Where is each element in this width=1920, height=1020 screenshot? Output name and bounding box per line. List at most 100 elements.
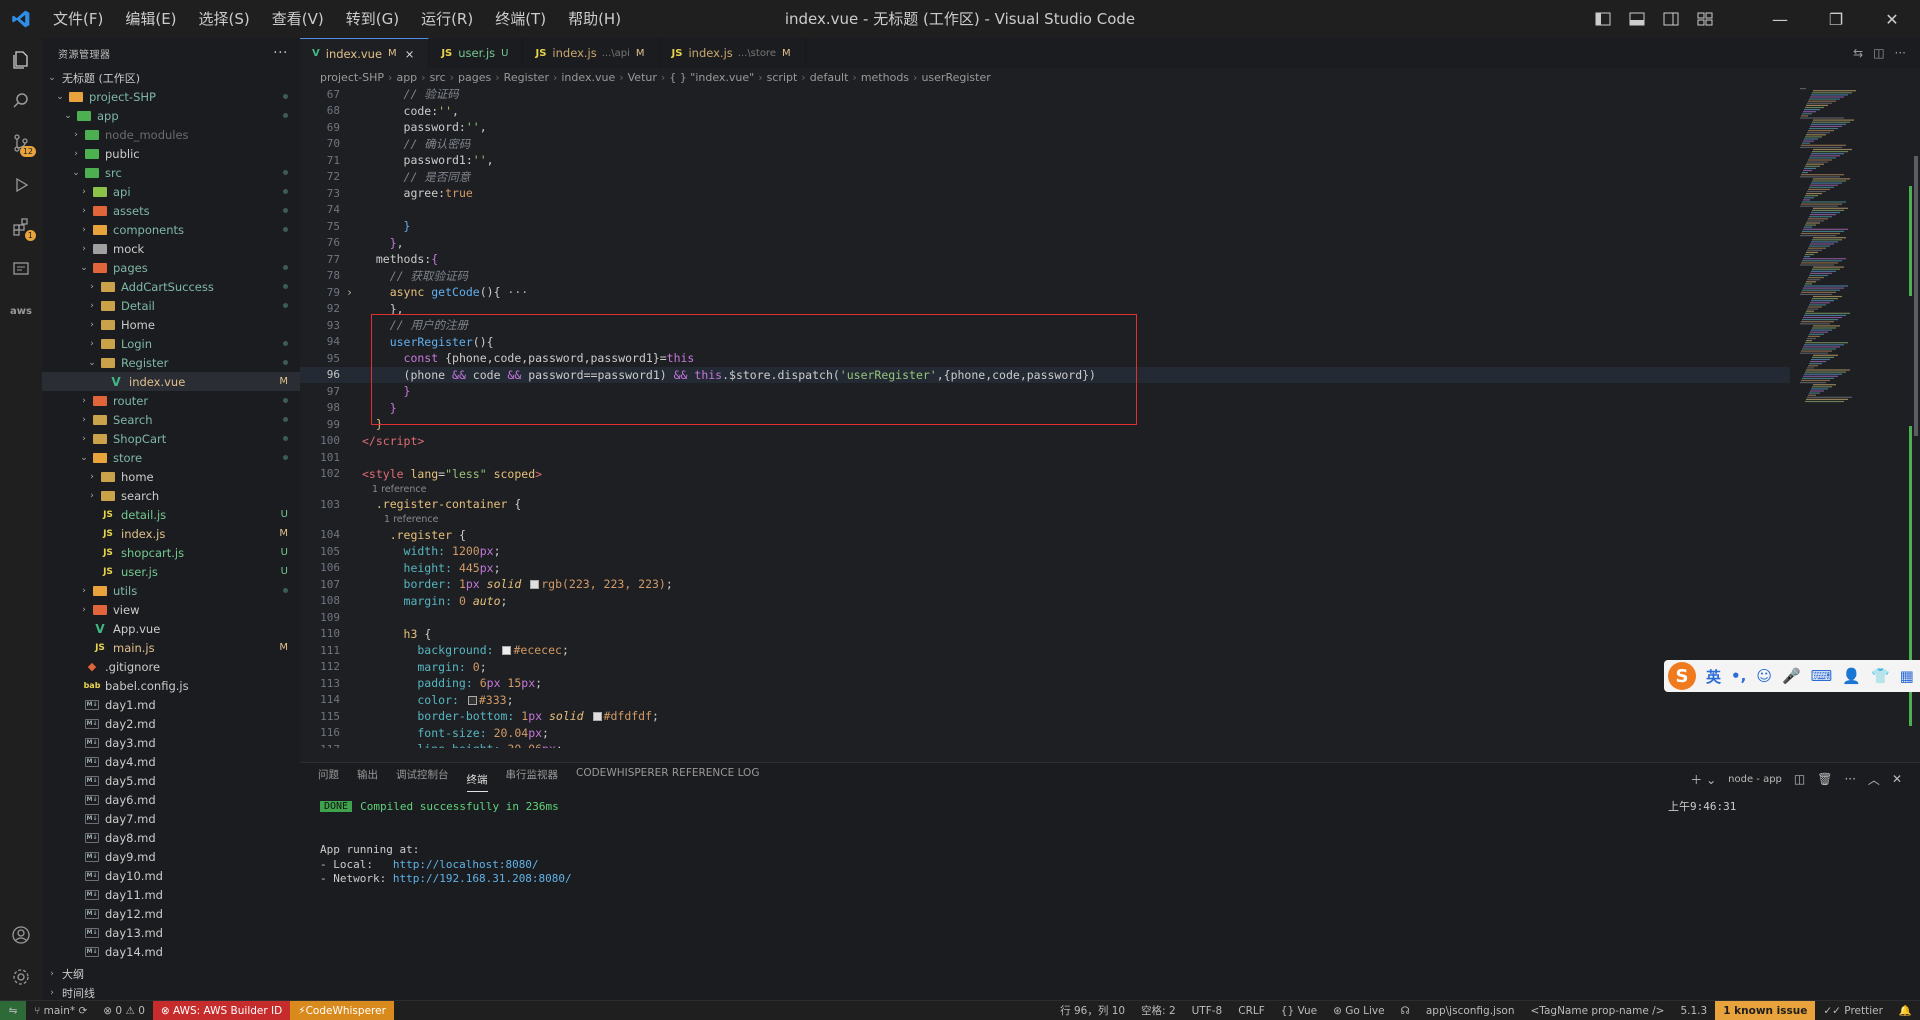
toggle-secondary-sidebar-icon[interactable] xyxy=(1654,0,1688,38)
ime-toolbar[interactable]: S 英 •, ☺ 🎤 ⌨ 👤 👕 ▦ xyxy=(1664,660,1920,692)
tree-item[interactable]: V App.vue xyxy=(42,619,300,638)
tab-2[interactable]: JS index.js ...\api M xyxy=(523,38,660,68)
indentation[interactable]: 空格: 2 xyxy=(1133,1001,1184,1020)
menu-item-1[interactable]: 编辑(E) xyxy=(114,0,187,38)
toggle-sidebar-icon[interactable] xyxy=(1586,0,1620,38)
tree-item[interactable]: › Search xyxy=(42,410,300,429)
menu-item-3[interactable]: 查看(V) xyxy=(261,0,335,38)
breadcrumb-item[interactable]: { } "index.vue" xyxy=(669,71,754,84)
tree-item[interactable]: › public xyxy=(42,144,300,163)
terminal-output[interactable]: DONE Compiled successfully in 236ms 上午9:… xyxy=(300,799,1920,886)
tree-item[interactable]: M↓ day6.md xyxy=(42,790,300,809)
tree-item[interactable]: ⌄ store xyxy=(42,448,300,467)
close-window-icon[interactable]: ✕ xyxy=(1864,0,1920,38)
tree-item[interactable]: › view xyxy=(42,600,300,619)
network-url-link[interactable]: http://192.168.31.208:8080/ xyxy=(393,872,572,885)
customize-layout-icon[interactable] xyxy=(1688,0,1722,38)
copilot-icon[interactable]: ☊ xyxy=(1393,1001,1418,1020)
tab-0[interactable]: Vindex.vue M × xyxy=(300,38,430,68)
tree-item[interactable]: › Detail xyxy=(42,296,300,315)
breadcrumb-item[interactable]: default xyxy=(810,71,849,84)
more-actions-icon[interactable]: ··· xyxy=(1895,46,1906,60)
menu-item-0[interactable]: 文件(F) xyxy=(42,0,114,38)
account-icon[interactable] xyxy=(0,914,42,956)
problems-status[interactable]: ⊗ 0 ⚠ 0 xyxy=(95,1001,153,1020)
skin-icon[interactable]: 👕 xyxy=(1871,667,1890,685)
tree-item[interactable]: › ShopCart xyxy=(42,429,300,448)
tree-item[interactable]: › assets xyxy=(42,201,300,220)
tree-item[interactable]: JS shopcart.js U xyxy=(42,543,300,562)
more-actions-icon[interactable]: ··· xyxy=(1844,772,1855,786)
tree-item[interactable]: JS index.js M xyxy=(42,524,300,543)
panel-tab-5[interactable]: CODEWHISPERER REFERENCE LOG xyxy=(576,767,759,792)
prettier-status[interactable]: ✓✓ Prettier xyxy=(1815,1001,1891,1020)
user-icon[interactable]: 👤 xyxy=(1842,667,1861,685)
codewhisperer-status[interactable]: ⚡ CodeWhisperer xyxy=(290,1000,394,1020)
tree-item[interactable]: bab babel.config.js xyxy=(42,676,300,695)
restore-icon[interactable]: ❐ xyxy=(1808,0,1864,38)
tree-item[interactable]: ◆ .gitignore xyxy=(42,657,300,676)
settings-gear-icon[interactable] xyxy=(0,956,42,998)
line-ending[interactable]: CRLF xyxy=(1230,1001,1273,1020)
tree-item[interactable]: M↓ day14.md xyxy=(42,942,300,961)
tree-item[interactable]: ⌄ pages xyxy=(42,258,300,277)
new-terminal-icon[interactable]: ＋ ⌄ xyxy=(1690,771,1716,788)
cursor-position[interactable]: 行 96，列 10 xyxy=(1052,1001,1133,1020)
tree-item[interactable]: JS user.js U xyxy=(42,562,300,581)
tree-item[interactable]: Vindex.vue M xyxy=(42,372,300,391)
source-control-icon[interactable]: 12 xyxy=(0,122,42,164)
toggle-panel-icon[interactable] xyxy=(1620,0,1654,38)
tagname-status[interactable]: <TagName prop-name /> xyxy=(1523,1001,1673,1020)
tree-item[interactable]: M↓ day10.md xyxy=(42,866,300,885)
trash-icon[interactable]: 🗑 xyxy=(1817,772,1832,786)
tree-item[interactable]: M↓ day7.md xyxy=(42,809,300,828)
breadcrumb-item[interactable]: src xyxy=(430,71,446,84)
breadcrumb-item[interactable]: methods xyxy=(861,71,909,84)
notifications-icon[interactable]: 🔔 xyxy=(1891,1001,1920,1020)
maximize-panel-icon[interactable]: ︿ xyxy=(1868,771,1880,788)
workspace-root[interactable]: ⌄ 无标题 (工作区) xyxy=(42,68,300,87)
panel-tab-2[interactable]: 调试控制台 xyxy=(396,767,449,792)
more-actions-icon[interactable]: ··· xyxy=(273,45,288,61)
tree-item[interactable]: JS main.js M xyxy=(42,638,300,657)
emoji-icon[interactable]: ☺ xyxy=(1756,667,1772,685)
tree-item[interactable]: › Home xyxy=(42,315,300,334)
breadcrumb-item[interactable]: app xyxy=(396,71,417,84)
menu-item-2[interactable]: 选择(S) xyxy=(188,0,261,38)
close-tab-icon[interactable]: × xyxy=(405,47,415,61)
tab-3[interactable]: JS index.js ...\store M xyxy=(660,38,806,68)
vscode-logo-icon[interactable] xyxy=(0,0,42,38)
codelens-reference[interactable]: 1 reference xyxy=(300,513,1790,527)
punctuation-icon[interactable]: •, xyxy=(1731,667,1746,685)
panel-tab-3[interactable]: 终端 xyxy=(466,772,488,792)
extensions-icon[interactable]: 1 xyxy=(0,206,42,248)
run-debug-icon[interactable] xyxy=(0,164,42,206)
tree-item[interactable]: M↓ day5.md xyxy=(42,771,300,790)
panel-tab-4[interactable]: 串行监视器 xyxy=(506,767,559,792)
breadcrumb-item[interactable]: Register xyxy=(504,71,549,84)
remote-icon[interactable]: ⇋ xyxy=(0,1000,26,1020)
split-editor-icon[interactable]: ◫ xyxy=(1873,46,1884,60)
aws-status[interactable]: ⊗ AWS: AWS Builder ID xyxy=(152,1000,291,1020)
menu-item-7[interactable]: 帮助(H) xyxy=(557,0,632,38)
search-icon[interactable] xyxy=(0,80,42,122)
grid-icon[interactable]: ▦ xyxy=(1900,667,1914,685)
breadcrumb-item[interactable]: script xyxy=(767,71,798,84)
tree-item[interactable]: › Login xyxy=(42,334,300,353)
tree-item[interactable]: M↓ day13.md xyxy=(42,923,300,942)
aws-icon[interactable]: aws xyxy=(0,290,42,332)
breadcrumb-item[interactable]: userRegister xyxy=(921,71,990,84)
tree-item[interactable]: › utils xyxy=(42,581,300,600)
tree-item[interactable]: ⌄ Register xyxy=(42,353,300,372)
outline-section[interactable]: › 大纲 xyxy=(42,964,300,983)
close-panel-icon[interactable]: ✕ xyxy=(1892,772,1902,786)
language-mode[interactable]: {} Vue xyxy=(1273,1001,1325,1020)
panel-tab-1[interactable]: 输出 xyxy=(357,767,378,792)
tree-item[interactable]: › components xyxy=(42,220,300,239)
ts-version[interactable]: 5.1.3 xyxy=(1672,1001,1715,1020)
panel-tab-0[interactable]: 问题 xyxy=(318,767,339,792)
compare-icon[interactable]: ⇆ xyxy=(1853,46,1863,60)
tree-item[interactable]: M↓ day11.md xyxy=(42,885,300,904)
tree-item[interactable]: M↓ day8.md xyxy=(42,828,300,847)
tree-item[interactable]: M↓ day12.md xyxy=(42,904,300,923)
